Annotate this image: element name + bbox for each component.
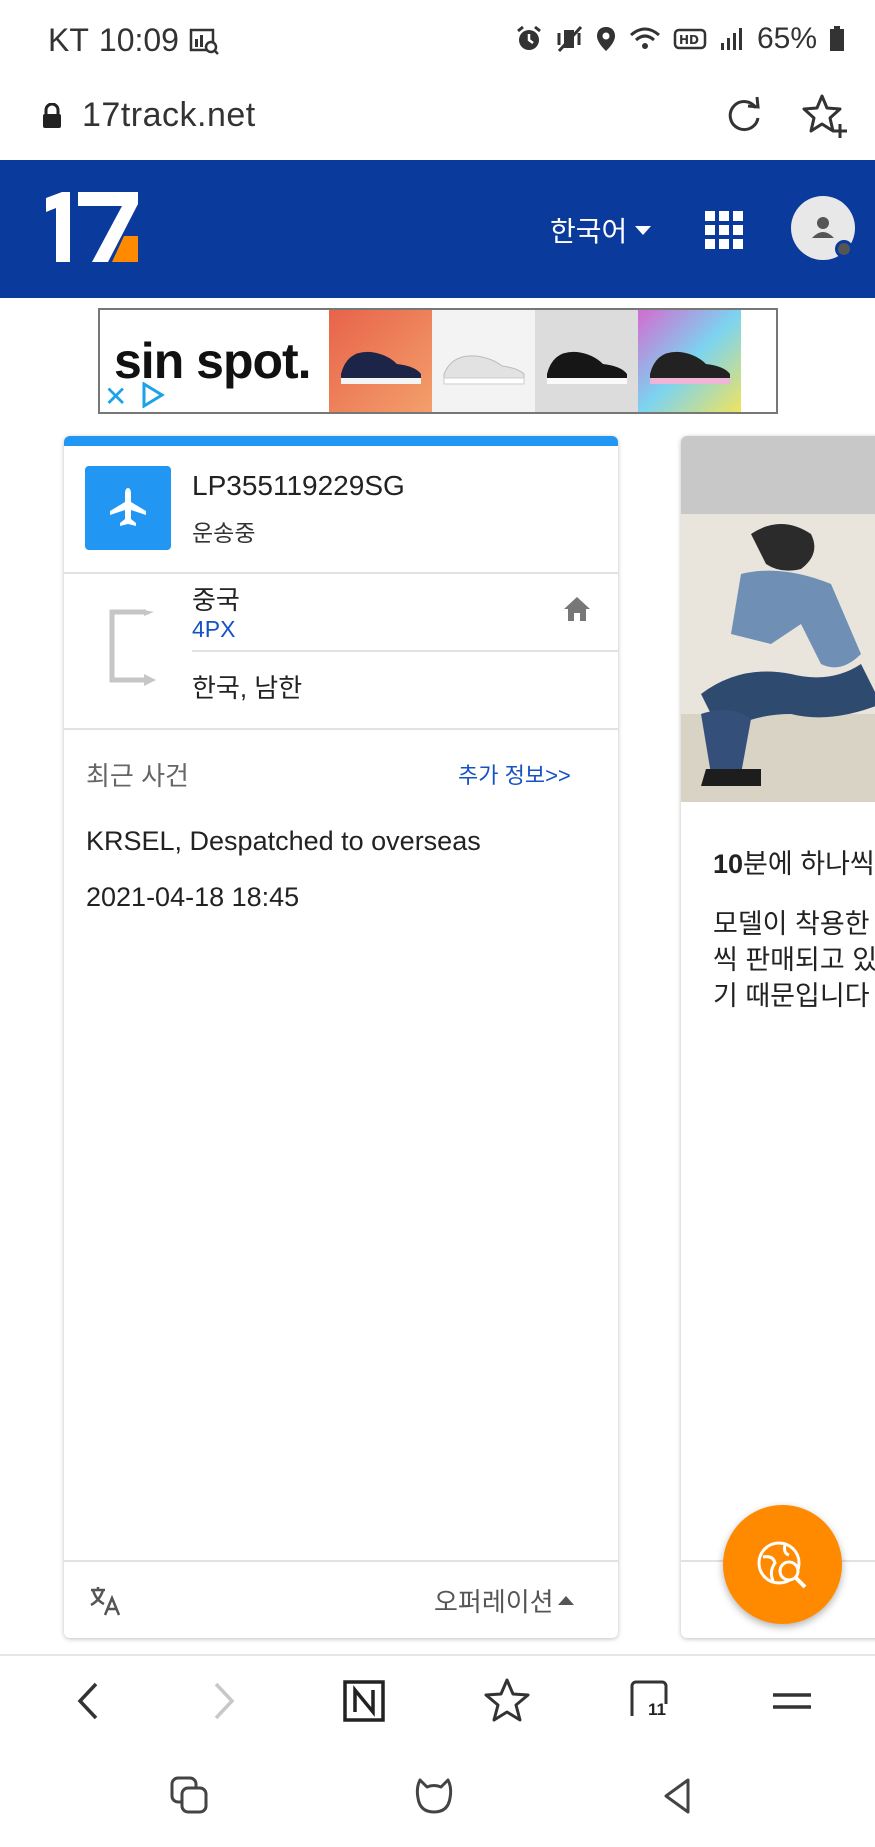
language-label: 한국어 [550,216,628,247]
user-status-dot [835,240,853,258]
more-info-link[interactable]: 추가 정보>> [458,758,571,790]
home-button-icon[interactable] [412,1774,456,1818]
promo-card[interactable]: 10분에 하나씩 모델이 착용한 씩 판매되고 있 기 때문입니다 [681,436,875,1638]
status-left: KT 10:09 [48,22,219,59]
divider [64,1560,618,1562]
adchoices-icon[interactable] [140,382,166,408]
status-right: HD 65% [515,22,845,56]
browser-toolbar [0,1654,875,1746]
airmail-badge [85,466,171,550]
airplane-icon [110,488,146,526]
globe-search-icon [757,1541,807,1589]
event-description: KRSEL, Despatched to overseas [86,826,481,856]
wifi-6-icon [629,27,660,49]
promo-header [681,436,875,514]
events-heading: 최근 사건 [86,761,189,791]
language-selector[interactable]: 한국어 [550,210,652,250]
ad-banner[interactable]: sin spot. ✕ [98,308,778,414]
bookmark-add-icon[interactable] [800,92,848,140]
back-icon[interactable] [65,1676,115,1726]
card-status-bar [64,436,618,446]
tracking-number[interactable]: LP355119229SG [192,470,405,502]
route-bracket-icon [109,609,156,686]
ad-product-image[interactable] [638,310,741,412]
caret-down-icon [635,225,652,235]
apps-grid-icon[interactable] [705,211,743,249]
naver-icon[interactable] [339,1676,389,1726]
hd-voice-icon: HD [673,28,707,50]
tracking-status: 운송중 [192,520,256,546]
address-bar[interactable]: 17track.net [0,82,875,160]
sneaker-image [650,351,730,384]
url-text[interactable]: 17track.net [82,96,256,135]
divider [64,728,618,730]
ad-product-image[interactable] [432,310,535,412]
event-time: 2021-04-18 18:45 [86,882,300,912]
close-icon[interactable]: ✕ [104,380,127,412]
sneaker-image [547,351,627,384]
promo-model-image [681,514,875,802]
site-header: 한국어 [0,160,875,298]
recent-apps-icon[interactable] [168,1774,212,1818]
promo-body: 모델이 착용한 씩 판매되고 있 기 때문입니다 [713,909,875,1011]
system-nav-bar [0,1746,875,1847]
operations-label: 오퍼레이션 [434,1587,554,1617]
operations-button[interactable]: 오퍼레이션 [434,1582,574,1619]
reload-icon[interactable] [722,94,766,138]
tab-count: 11 [648,1700,666,1719]
forward-icon[interactable] [197,1676,247,1726]
origin-country: 중국 [192,585,240,615]
carrier-label: KT [48,22,89,58]
ad-product-image[interactable] [329,310,432,412]
ad-product-image[interactable] [535,310,638,412]
bookmark-star-icon[interactable] [482,1676,532,1726]
divider [64,572,618,574]
home-icon[interactable] [563,596,591,622]
vibrate-mute-icon [557,25,583,53]
sneaker-image [443,355,525,385]
battery-icon [830,26,844,51]
status-bar: KT 10:09 HD 65% [0,0,875,82]
caret-up-icon [557,1596,574,1605]
location-icon [596,27,615,51]
battery-percent: 65% [756,22,817,55]
lock-icon [43,103,61,128]
clock: 10:09 [98,22,179,58]
back-button-icon[interactable] [656,1774,700,1818]
destination-country: 한국, 남한 [192,673,303,703]
alarm-icon [517,25,541,50]
svg-text:HD: HD [679,33,699,47]
menu-icon[interactable] [767,1676,817,1726]
translate-icon[interactable] [88,1584,122,1618]
divider [192,650,618,652]
global-search-fab[interactable] [723,1505,842,1624]
gallery-stats-icon [189,28,219,55]
carrier-link[interactable]: 4PX [192,616,235,643]
signal-icon [720,28,742,50]
site-logo[interactable] [42,192,142,264]
tracking-card[interactable]: LP355119229SG 운송중 중국 4PX 한국, 남한 최근 사건 추가… [64,436,618,1638]
sneaker-image [341,351,421,384]
promo-title: 10분에 하나씩 [713,849,875,879]
